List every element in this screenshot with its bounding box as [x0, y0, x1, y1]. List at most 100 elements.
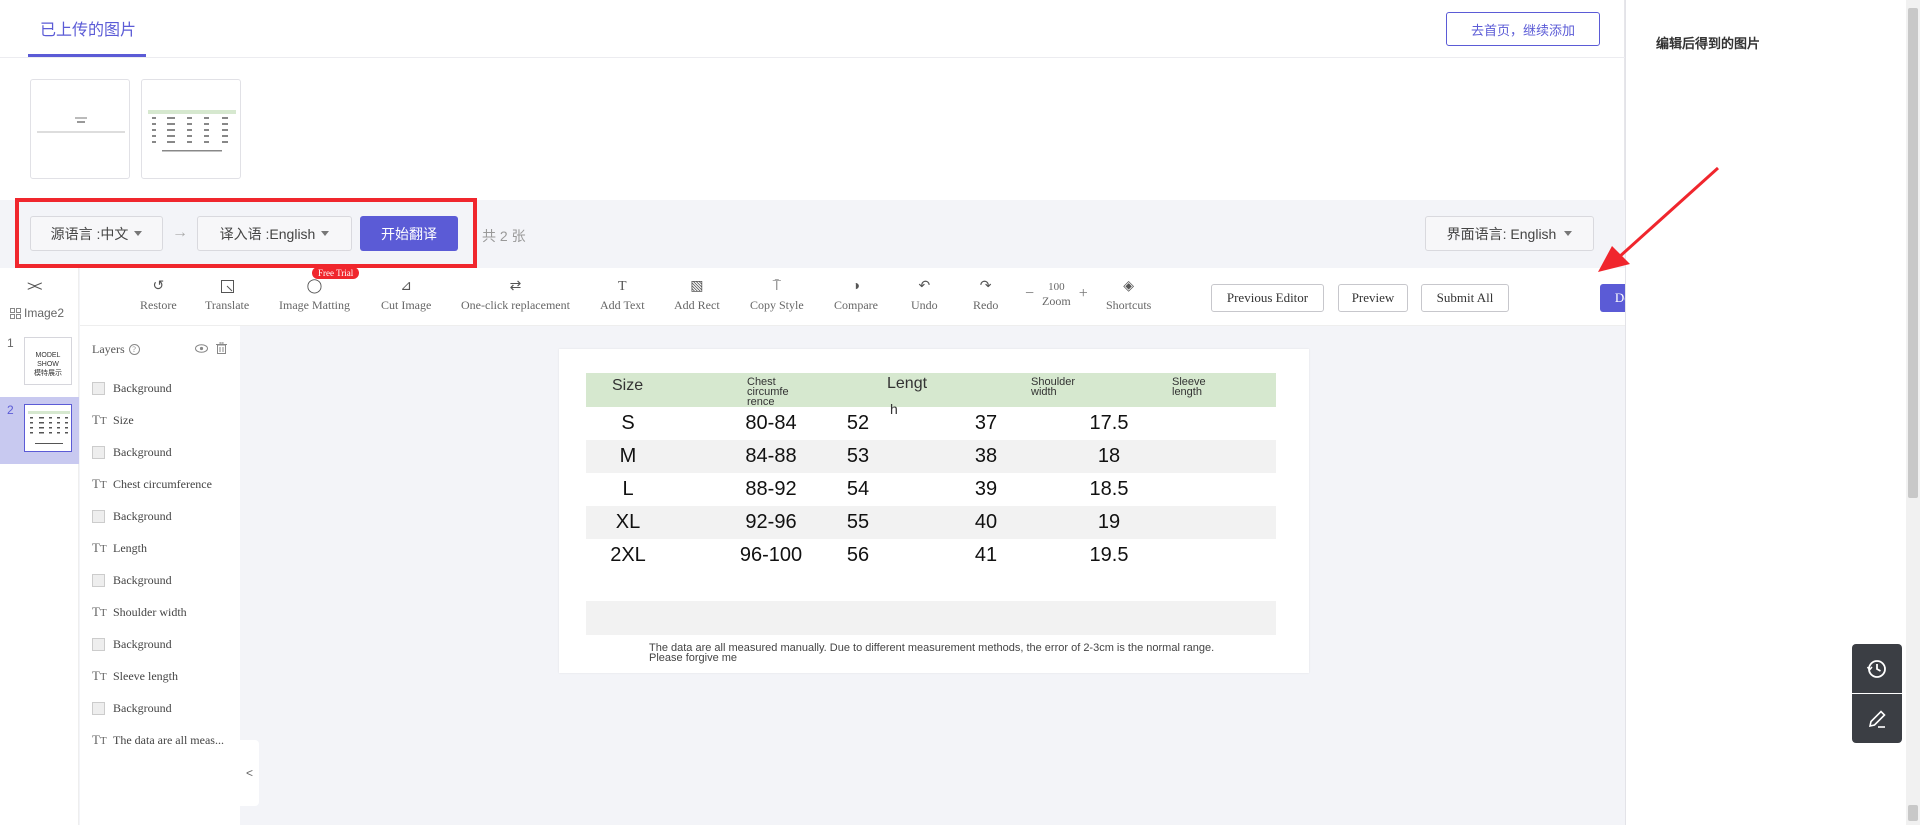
text-layer-icon: TT — [92, 668, 107, 683]
tab-uploaded-images[interactable]: 已上传的图片 — [40, 16, 136, 40]
scrollbar-thumb[interactable] — [1908, 8, 1918, 498]
previous-editor-button[interactable]: Previous Editor — [1211, 284, 1324, 312]
layer-item[interactable]: Background — [92, 378, 238, 398]
layer-item[interactable]: Background — [92, 442, 238, 462]
compare-icon: ◑ — [851, 278, 861, 294]
crop-icon: ⊿ — [400, 279, 413, 294]
table-cell: 40 — [974, 511, 998, 533]
image-matting-tool[interactable]: ◯ Image Matting — [279, 278, 350, 313]
image-list-item-1[interactable]: 1 MODEL SHOW 模特展示 — [0, 330, 79, 397]
chevron-down-icon — [134, 231, 143, 236]
undo-label: Undo — [911, 298, 938, 312]
layer-item[interactable]: Background — [92, 698, 238, 718]
zoom-control: − 100 Zoom + — [1025, 280, 1088, 308]
uploaded-thumbnail-2[interactable] — [141, 79, 241, 179]
table-row: XL 92-96 55 40 19 — [586, 506, 1276, 539]
copy-style-tool[interactable]: ⍑ Copy Style — [750, 278, 804, 313]
target-language-select[interactable]: 译入语 :English — [197, 216, 352, 251]
history-button[interactable] — [1852, 644, 1902, 693]
image-count: 共 2 张 — [482, 228, 526, 244]
help-icon[interactable]: ? — [128, 344, 140, 355]
layer-label: Background — [113, 444, 172, 459]
zoom-value: 100 — [1048, 281, 1065, 293]
zoom-label: Zoom — [1042, 294, 1071, 308]
tab-bar: 已上传的图片 去首页，继续添加 — [0, 0, 1625, 58]
redo-label: Redo — [973, 298, 999, 312]
scrollbar[interactable] — [1906, 0, 1920, 825]
layers-title: Layers — [92, 342, 125, 356]
layer-item[interactable]: TT Length — [92, 538, 238, 558]
thumb-text-line-1: MODEL SHOW — [35, 352, 61, 368]
image-list-panel: >< Image2 1 MODEL SHOW 模特展示 2 — [0, 268, 79, 825]
shortcuts-tool[interactable]: ◈ Shortcuts — [1106, 278, 1151, 313]
undo-tool[interactable]: ↶ Undo — [911, 278, 938, 313]
layer-item[interactable]: TT Size — [92, 410, 238, 430]
edit-button[interactable] — [1852, 694, 1902, 743]
go-home-button[interactable]: 去首页，继续添加 — [1446, 12, 1600, 46]
header-shoulder: Shoulder width — [1031, 376, 1076, 398]
translate-tool[interactable]: Translate — [205, 278, 249, 313]
image-matting-label: Image Matting — [279, 298, 350, 312]
submit-all-button[interactable]: Submit All — [1421, 284, 1509, 312]
layer-item[interactable]: Background — [92, 506, 238, 526]
one-click-replacement-tool[interactable]: ⇄ One-click replacement — [461, 278, 570, 313]
add-text-tool[interactable]: T Add Text — [600, 278, 645, 313]
restore-tool[interactable]: ↺ Restore — [140, 278, 177, 313]
redo-tool[interactable]: ↷ Redo — [973, 278, 998, 313]
compare-tool[interactable]: ◑ Compare — [834, 278, 878, 313]
header-length-overflow: h — [890, 401, 898, 417]
layers-header: Layers ? — [92, 342, 140, 357]
start-translate-button[interactable]: 开始翻译 — [360, 216, 458, 251]
layer-item[interactable]: Background — [92, 570, 238, 590]
arrow-right-icon: → — [172, 224, 188, 241]
add-text-label: Add Text — [600, 298, 645, 312]
header-length: Lengt — [887, 375, 928, 392]
header-size: Size — [612, 377, 644, 394]
thumb-text-line-2: 模特展示 — [34, 370, 62, 377]
copy-style-label: Copy Style — [750, 298, 804, 312]
collapse-panel-button[interactable]: < — [240, 740, 259, 806]
list-thumbnail-2 — [24, 404, 72, 452]
layer-item[interactable]: TT The data are all meas... — [92, 730, 238, 750]
table-row: 2XL 96-100 56 41 19.5 — [586, 539, 1276, 572]
zoom-out-button[interactable]: − — [1025, 285, 1034, 303]
rect-icon: ▧ — [690, 279, 704, 294]
layer-label: Background — [113, 636, 172, 651]
trash-icon[interactable] — [216, 342, 227, 354]
image-list-item-2[interactable]: 2 — [0, 397, 79, 464]
eye-icon[interactable] — [195, 344, 208, 353]
layer-label: Sleeve length — [113, 668, 178, 683]
translate-label: Translate — [205, 298, 250, 312]
list-thumbnail-2-preview — [28, 411, 70, 444]
image-canvas[interactable]: Size Chest circumfe rence Lengt Shoulder… — [559, 349, 1309, 673]
uploaded-thumbnail-1[interactable] — [30, 79, 130, 179]
layer-label: Background — [113, 380, 172, 395]
background-layer-icon — [92, 445, 105, 459]
matting-icon: ◯ — [306, 279, 323, 294]
cut-image-tool[interactable]: ⊿ Cut Image — [381, 278, 431, 313]
scrollbar-thumb-bottom[interactable] — [1908, 805, 1918, 821]
layer-item[interactable]: TT Chest circumference — [92, 474, 238, 494]
text-layer-icon: TT — [92, 732, 107, 747]
ui-language-select[interactable]: 界面语言: English — [1425, 216, 1594, 251]
text-layer-icon: TT — [92, 604, 107, 619]
layer-item[interactable]: TT Shoulder width — [92, 602, 238, 622]
redo-icon: ↷ — [979, 279, 992, 294]
edited-images-title: 编辑后得到的图片 — [1656, 36, 1761, 51]
table-cell: 53 — [846, 445, 870, 467]
source-language-label: 源语言 :中文 — [50, 225, 129, 242]
zoom-in-button[interactable]: + — [1079, 285, 1088, 303]
list-thumbnail-1: MODEL SHOW 模特展示 — [24, 337, 72, 385]
layer-item[interactable]: TT Sleeve length — [92, 666, 238, 686]
table-cell: 80-84 — [745, 412, 797, 434]
layer-label: Background — [113, 700, 172, 715]
add-rect-tool[interactable]: ▧ Add Rect — [674, 278, 720, 313]
history-icon — [1866, 659, 1886, 678]
list-item-number: 2 — [7, 403, 14, 417]
source-language-select[interactable]: 源语言 :中文 — [30, 216, 163, 251]
layer-item[interactable]: Background — [92, 634, 238, 654]
chevron-down-icon — [1564, 231, 1573, 236]
restore-label: Restore — [140, 298, 177, 312]
preview-button[interactable]: Preview — [1338, 284, 1408, 312]
collapse-arrows-icon[interactable]: >< — [27, 278, 42, 295]
